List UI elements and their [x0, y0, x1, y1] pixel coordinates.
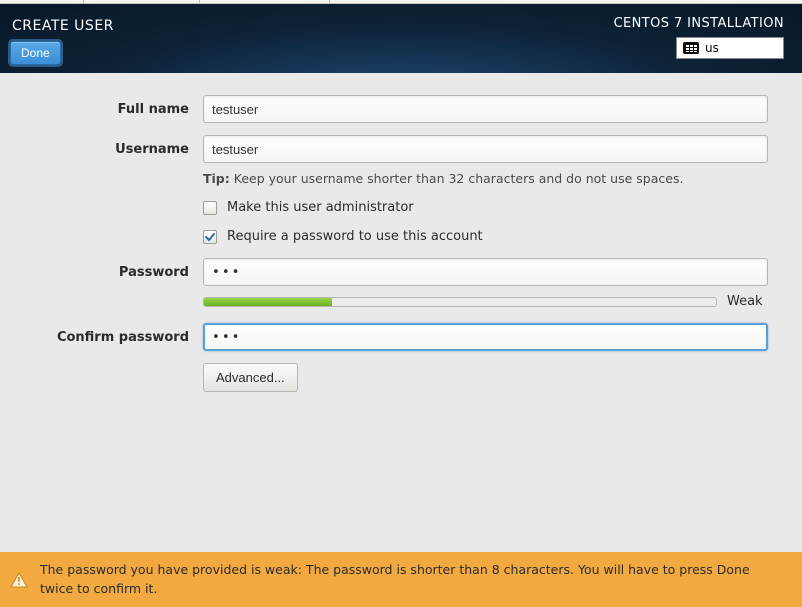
- confirm-password-input[interactable]: [203, 323, 768, 351]
- password-input[interactable]: [203, 258, 768, 286]
- tip-text: Keep your username shorter than 32 chara…: [234, 171, 684, 186]
- fullname-input[interactable]: [203, 95, 768, 123]
- keyboard-layout-selector[interactable]: us: [676, 37, 784, 59]
- username-label: Username: [21, 142, 203, 157]
- password-label: Password: [21, 265, 203, 280]
- admin-checkbox[interactable]: [203, 201, 217, 215]
- done-button[interactable]: Done: [10, 41, 61, 65]
- warning-text: The password you have provided is weak: …: [40, 561, 784, 597]
- header-bar: CREATE USER Done CENTOS 7 INSTALLATION u…: [0, 4, 802, 73]
- username-input[interactable]: [203, 135, 768, 163]
- keyboard-icon: [683, 42, 699, 54]
- confirm-password-label: Confirm password: [21, 330, 203, 345]
- password-strength-label: Weak: [727, 294, 763, 309]
- installation-label: CENTOS 7 INSTALLATION: [614, 16, 784, 31]
- advanced-button[interactable]: Advanced...: [203, 363, 298, 392]
- tip-prefix: Tip:: [203, 171, 230, 186]
- admin-checkbox-label: Make this user administrator: [227, 200, 414, 215]
- require-password-checkbox[interactable]: [203, 230, 217, 244]
- username-tip: Tip: Keep your username shorter than 32 …: [203, 171, 781, 186]
- keyboard-layout-label: us: [705, 41, 719, 55]
- password-strength-meter: [203, 297, 717, 307]
- check-icon: [204, 231, 216, 243]
- form-area: Full name Username Tip: Keep your userna…: [0, 73, 802, 552]
- warning-icon: [10, 572, 28, 588]
- password-strength-fill: [204, 298, 332, 306]
- warning-bar: The password you have provided is weak: …: [0, 552, 802, 607]
- fullname-label: Full name: [21, 102, 203, 117]
- require-password-label: Require a password to use this account: [227, 229, 483, 244]
